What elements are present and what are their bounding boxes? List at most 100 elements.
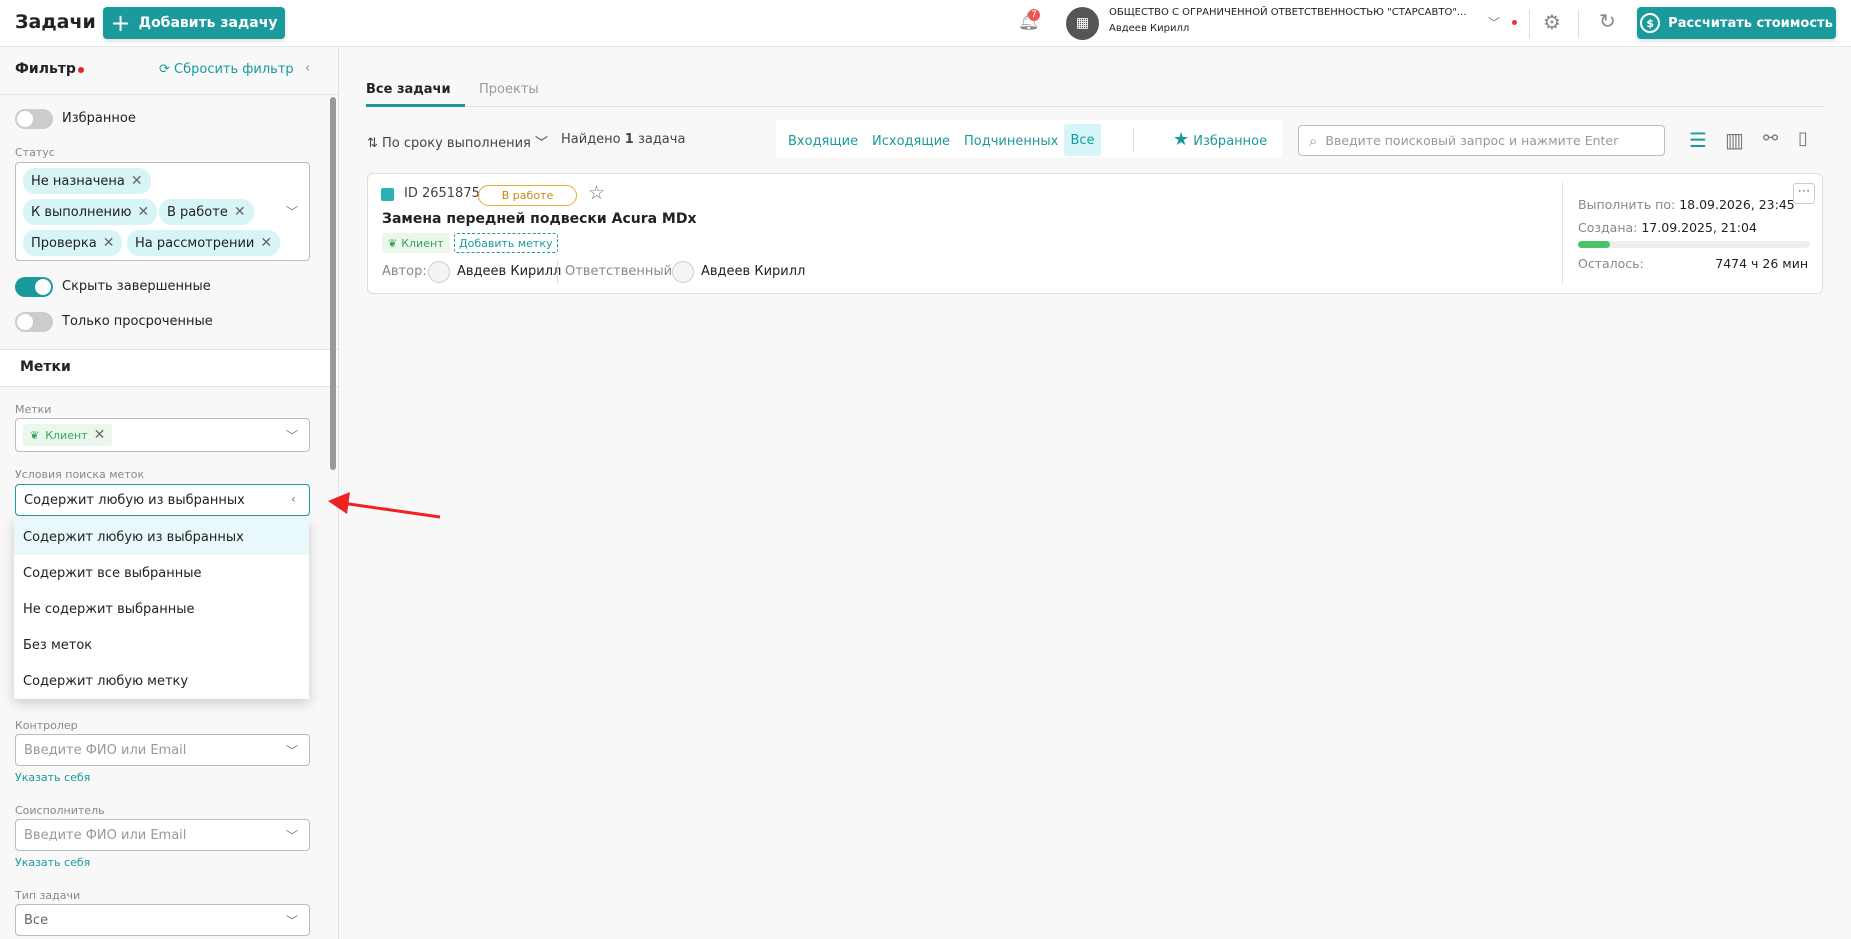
time-progress-bar	[1578, 241, 1810, 248]
task-title[interactable]: Замена передней подвески Acura MDx	[382, 211, 697, 227]
controller-set-self-link[interactable]: Указать себя	[15, 771, 90, 784]
found-count: Найдено 1 задача	[561, 132, 686, 147]
dollar-icon: $	[1640, 13, 1661, 33]
close-icon[interactable]: ✕	[103, 235, 115, 251]
status-chip: В работе ✕	[159, 199, 254, 225]
chevron-down-icon: ﹀	[530, 136, 549, 151]
tab-projects[interactable]: Проекты	[479, 82, 539, 97]
segment-outgoing[interactable]: Исходящие	[872, 134, 950, 149]
coexecutor-label: Соисполнитель	[15, 804, 105, 817]
notification-badge: 7	[1028, 9, 1040, 21]
author-avatar	[428, 261, 450, 283]
calculate-cost-button[interactable]: $ Рассчитать стоимость	[1637, 7, 1836, 39]
due-date: Выполнить по: 18.09.2026, 23:45	[1578, 197, 1795, 212]
tags-section-title: Метки	[20, 359, 71, 375]
tag-condition-dropdown: Содержит любую из выбранных Содержит все…	[14, 519, 309, 699]
kanban-view-icon[interactable]: ▥	[1725, 128, 1744, 152]
chevron-down-icon: ﹀	[286, 829, 299, 843]
tab-all-tasks[interactable]: Все задачи	[366, 82, 451, 97]
org-name[interactable]: ОБЩЕСТВО С ОГРАНИЧЕННОЙ ОТВЕТСТВЕННОСТЬЮ…	[1109, 7, 1466, 18]
reset-filter-button[interactable]: ⟳ Сбросить фильтр	[159, 62, 294, 77]
task-type-icon	[381, 188, 394, 201]
hide-completed-toggle[interactable]	[15, 277, 53, 297]
created-date: Создана: 17.09.2025, 21:04	[1578, 220, 1757, 235]
filter-title: Фильтр	[15, 61, 76, 77]
tag-chip: ❦ Клиент	[382, 233, 450, 253]
filter-sidebar: Фильтр ⟳ Сбросить фильтр ‹ Избранное Ста…	[0, 47, 339, 939]
task-id: ID 2651875	[404, 186, 480, 201]
only-overdue-label: Только просроченные	[62, 314, 213, 329]
org-avatar[interactable]: ▦	[1066, 7, 1099, 40]
status-label: Статус	[15, 146, 55, 159]
red-arrow-annotation	[328, 492, 441, 519]
segment-all[interactable]: Все	[1064, 124, 1101, 156]
status-badge: В работе	[478, 185, 577, 206]
top-bar: Задачи + Добавить задачу 🔔︎ 7 ▦ ОБЩЕСТВО …	[0, 0, 1851, 47]
chevron-down-icon: ﹀	[286, 744, 299, 758]
add-task-button[interactable]: + Добавить задачу	[103, 7, 285, 39]
status-chip: На рассмотрении ✕	[127, 230, 281, 256]
chevron-down-icon[interactable]: ﹀	[1488, 14, 1500, 31]
coexecutor-set-self-link[interactable]: Указать себя	[15, 856, 90, 869]
close-icon[interactable]: ✕	[137, 204, 149, 220]
status-chip: Не назначена ✕	[23, 168, 151, 194]
active-tab-indicator	[366, 104, 465, 107]
collapse-sidebar-icon[interactable]: ‹	[305, 61, 310, 76]
close-icon[interactable]: ✕	[131, 173, 143, 189]
status-chip: К выполнению ✕	[23, 199, 158, 225]
status-select[interactable]: Не назначена ✕ К выполнению ✕ В работе ✕ Пр…	[15, 162, 310, 261]
gear-icon[interactable]: ⚙	[1543, 10, 1561, 34]
dropdown-option[interactable]: Без меток	[14, 627, 309, 663]
dropdown-option[interactable]: Содержит любую метку	[14, 663, 309, 699]
reset-icon: ⟳	[159, 62, 175, 77]
sidebar-scrollbar[interactable]	[330, 97, 336, 470]
filter-active-dot	[78, 67, 84, 73]
add-tag-button[interactable]: Добавить метку	[454, 233, 558, 253]
controller-input[interactable]: Введите ФИО или Email ﹀	[15, 734, 310, 766]
dropdown-option[interactable]: Содержит любую из выбранных	[14, 519, 309, 555]
task-type-select[interactable]: Все ﹀	[15, 904, 310, 936]
coexecutor-input[interactable]: Введите ФИО или Email ﹀	[15, 819, 310, 851]
star-icon: ★	[1173, 129, 1190, 150]
responsible-avatar	[672, 261, 694, 283]
map-view-icon[interactable]: ▯	[1798, 128, 1808, 149]
responsible-name[interactable]: Авдеев Кирилл	[701, 264, 805, 279]
logout-icon[interactable]: ↻	[1599, 9, 1616, 33]
sort-dropdown[interactable]: ⇅ По сроку выполнения ﹀	[367, 132, 548, 151]
controller-label: Контролер	[15, 719, 78, 732]
search-input[interactable]: ⌕ Введите поисковый запрос и нажмите Ente…	[1298, 125, 1665, 156]
divider	[1578, 10, 1579, 38]
leaf-icon: ❦	[388, 236, 398, 250]
graph-view-icon[interactable]: ⚯	[1763, 128, 1778, 149]
page-title: Задачи	[15, 11, 96, 33]
favorites-filter-button[interactable]: ★ Избранное	[1173, 129, 1267, 150]
tag-condition-label: Условия поиска меток	[15, 468, 145, 481]
task-type-label: Тип задачи	[15, 889, 81, 902]
sort-icon: ⇅	[367, 136, 383, 151]
chevron-down-icon[interactable]: ﹀	[286, 203, 298, 220]
tag-chip: ❦ Клиент ✕	[23, 424, 113, 446]
segment-subordinates[interactable]: Подчиненных	[964, 134, 1058, 149]
leaf-icon: ❦	[30, 428, 40, 442]
tags-select[interactable]: ❦ Клиент ✕ ﹀	[15, 418, 310, 452]
star-outline-icon[interactable]: ☆	[588, 182, 605, 204]
author-name[interactable]: Авдеев Кирилл	[457, 264, 561, 279]
status-chip: Проверка ✕	[23, 230, 123, 256]
only-overdue-toggle[interactable]	[15, 312, 53, 332]
list-view-icon[interactable]: ☰	[1689, 128, 1707, 152]
close-icon[interactable]: ✕	[94, 427, 106, 443]
user-name: Авдеев Кирилл	[1109, 23, 1190, 34]
segment-incoming[interactable]: Входящие	[788, 134, 858, 149]
hide-completed-label: Скрыть завершенные	[62, 279, 211, 294]
chevron-down-icon[interactable]: ﹀	[286, 427, 298, 444]
tag-condition-select[interactable]: Содержит любую из выбранных ‹	[15, 484, 310, 516]
task-card[interactable]: ID 2651875 В работе ☆ Замена передней по…	[367, 173, 1823, 294]
favorites-toggle[interactable]	[15, 109, 53, 129]
more-options-button[interactable]: ⋯	[1793, 183, 1815, 204]
dropdown-option[interactable]: Содержит все выбранные	[14, 555, 309, 591]
plus-icon: +	[110, 9, 131, 37]
close-icon[interactable]: ✕	[234, 204, 246, 220]
time-remaining: 7474 ч 26 мин	[1715, 256, 1808, 271]
close-icon[interactable]: ✕	[260, 235, 272, 251]
dropdown-option[interactable]: Не содержит выбранные	[14, 591, 309, 627]
